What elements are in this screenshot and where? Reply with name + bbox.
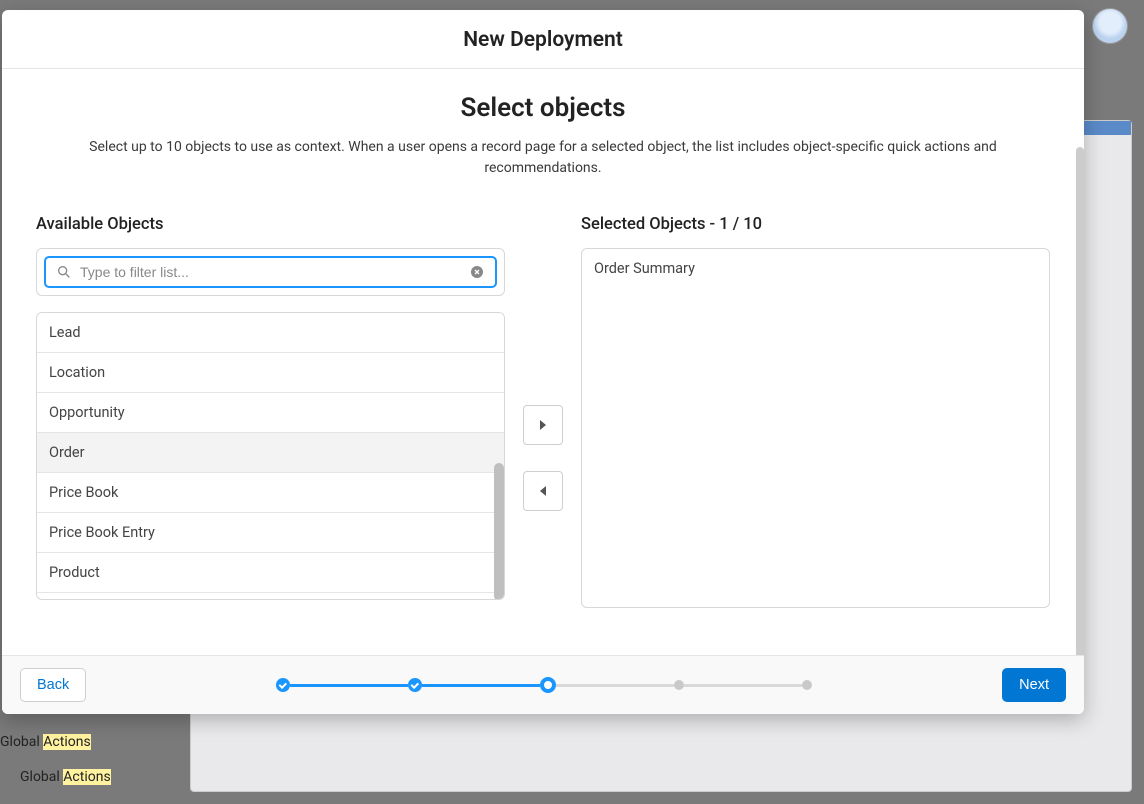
list-item[interactable]: Price Book — [37, 473, 504, 513]
list-item[interactable]: Opportunity — [37, 393, 504, 433]
progress-step-1[interactable] — [276, 678, 290, 692]
next-button[interactable]: Next — [1002, 668, 1066, 702]
progress-step-2[interactable] — [408, 678, 422, 692]
progress-indicator — [276, 677, 812, 693]
progress-step-4[interactable] — [674, 680, 684, 690]
selected-label: Selected Objects - 1 / 10 — [581, 215, 1050, 234]
bg-text: Global — [0, 734, 43, 750]
background-sidebar: Global Actions Global Actions — [0, 710, 180, 790]
avatar[interactable] — [1092, 8, 1128, 44]
section-description: Select up to 10 objects to use as contex… — [43, 137, 1043, 179]
list-item[interactable]: Location — [37, 353, 504, 393]
progress-line — [290, 684, 408, 687]
progress-step-5[interactable] — [802, 680, 812, 690]
dual-listbox: Available Objects Lead Location Opportun… — [36, 215, 1050, 608]
modal-body: Select objects Select up to 10 objects t… — [2, 69, 1084, 655]
search-icon — [56, 264, 72, 280]
modal-footer: Back Next — [2, 655, 1084, 714]
section-title: Select objects — [36, 93, 1050, 123]
bg-highlight: Actions — [63, 769, 110, 785]
move-left-button[interactable] — [523, 471, 563, 511]
move-right-button[interactable] — [523, 405, 563, 445]
list-item[interactable]: Lead — [37, 313, 504, 353]
transfer-controls — [523, 215, 563, 511]
back-button[interactable]: Back — [20, 668, 86, 702]
listbox-scrollbar[interactable] — [494, 463, 504, 600]
search-input-wrap[interactable] — [45, 257, 496, 287]
new-deployment-modal: New Deployment Select objects Select up … — [2, 10, 1084, 714]
selected-listbox[interactable]: Order Summary — [581, 248, 1050, 608]
list-item[interactable]: Order Summary — [582, 249, 1049, 288]
selected-column: Selected Objects - 1 / 10 Order Summary — [581, 215, 1050, 608]
bg-highlight: Actions — [43, 734, 90, 750]
chevron-right-icon — [538, 419, 548, 431]
list-item[interactable]: Price Book Entry — [37, 513, 504, 553]
available-listbox[interactable]: Lead Location Opportunity Order Price Bo… — [36, 312, 505, 600]
chevron-left-icon — [538, 485, 548, 497]
search-container — [36, 248, 505, 296]
bg-text: Global — [20, 769, 63, 785]
available-column: Available Objects Lead Location Opportun… — [36, 215, 505, 600]
progress-line — [556, 684, 674, 687]
progress-line — [684, 684, 802, 687]
search-input[interactable] — [80, 264, 461, 280]
modal-title: New Deployment — [2, 10, 1084, 69]
modal-scrollbar[interactable] — [1076, 147, 1084, 655]
available-label: Available Objects — [36, 215, 505, 234]
list-item[interactable]: Product — [37, 553, 504, 593]
progress-step-3[interactable] — [540, 677, 556, 693]
clear-icon[interactable] — [469, 264, 485, 280]
list-item[interactable]: Order — [37, 433, 504, 473]
progress-line — [422, 684, 540, 687]
